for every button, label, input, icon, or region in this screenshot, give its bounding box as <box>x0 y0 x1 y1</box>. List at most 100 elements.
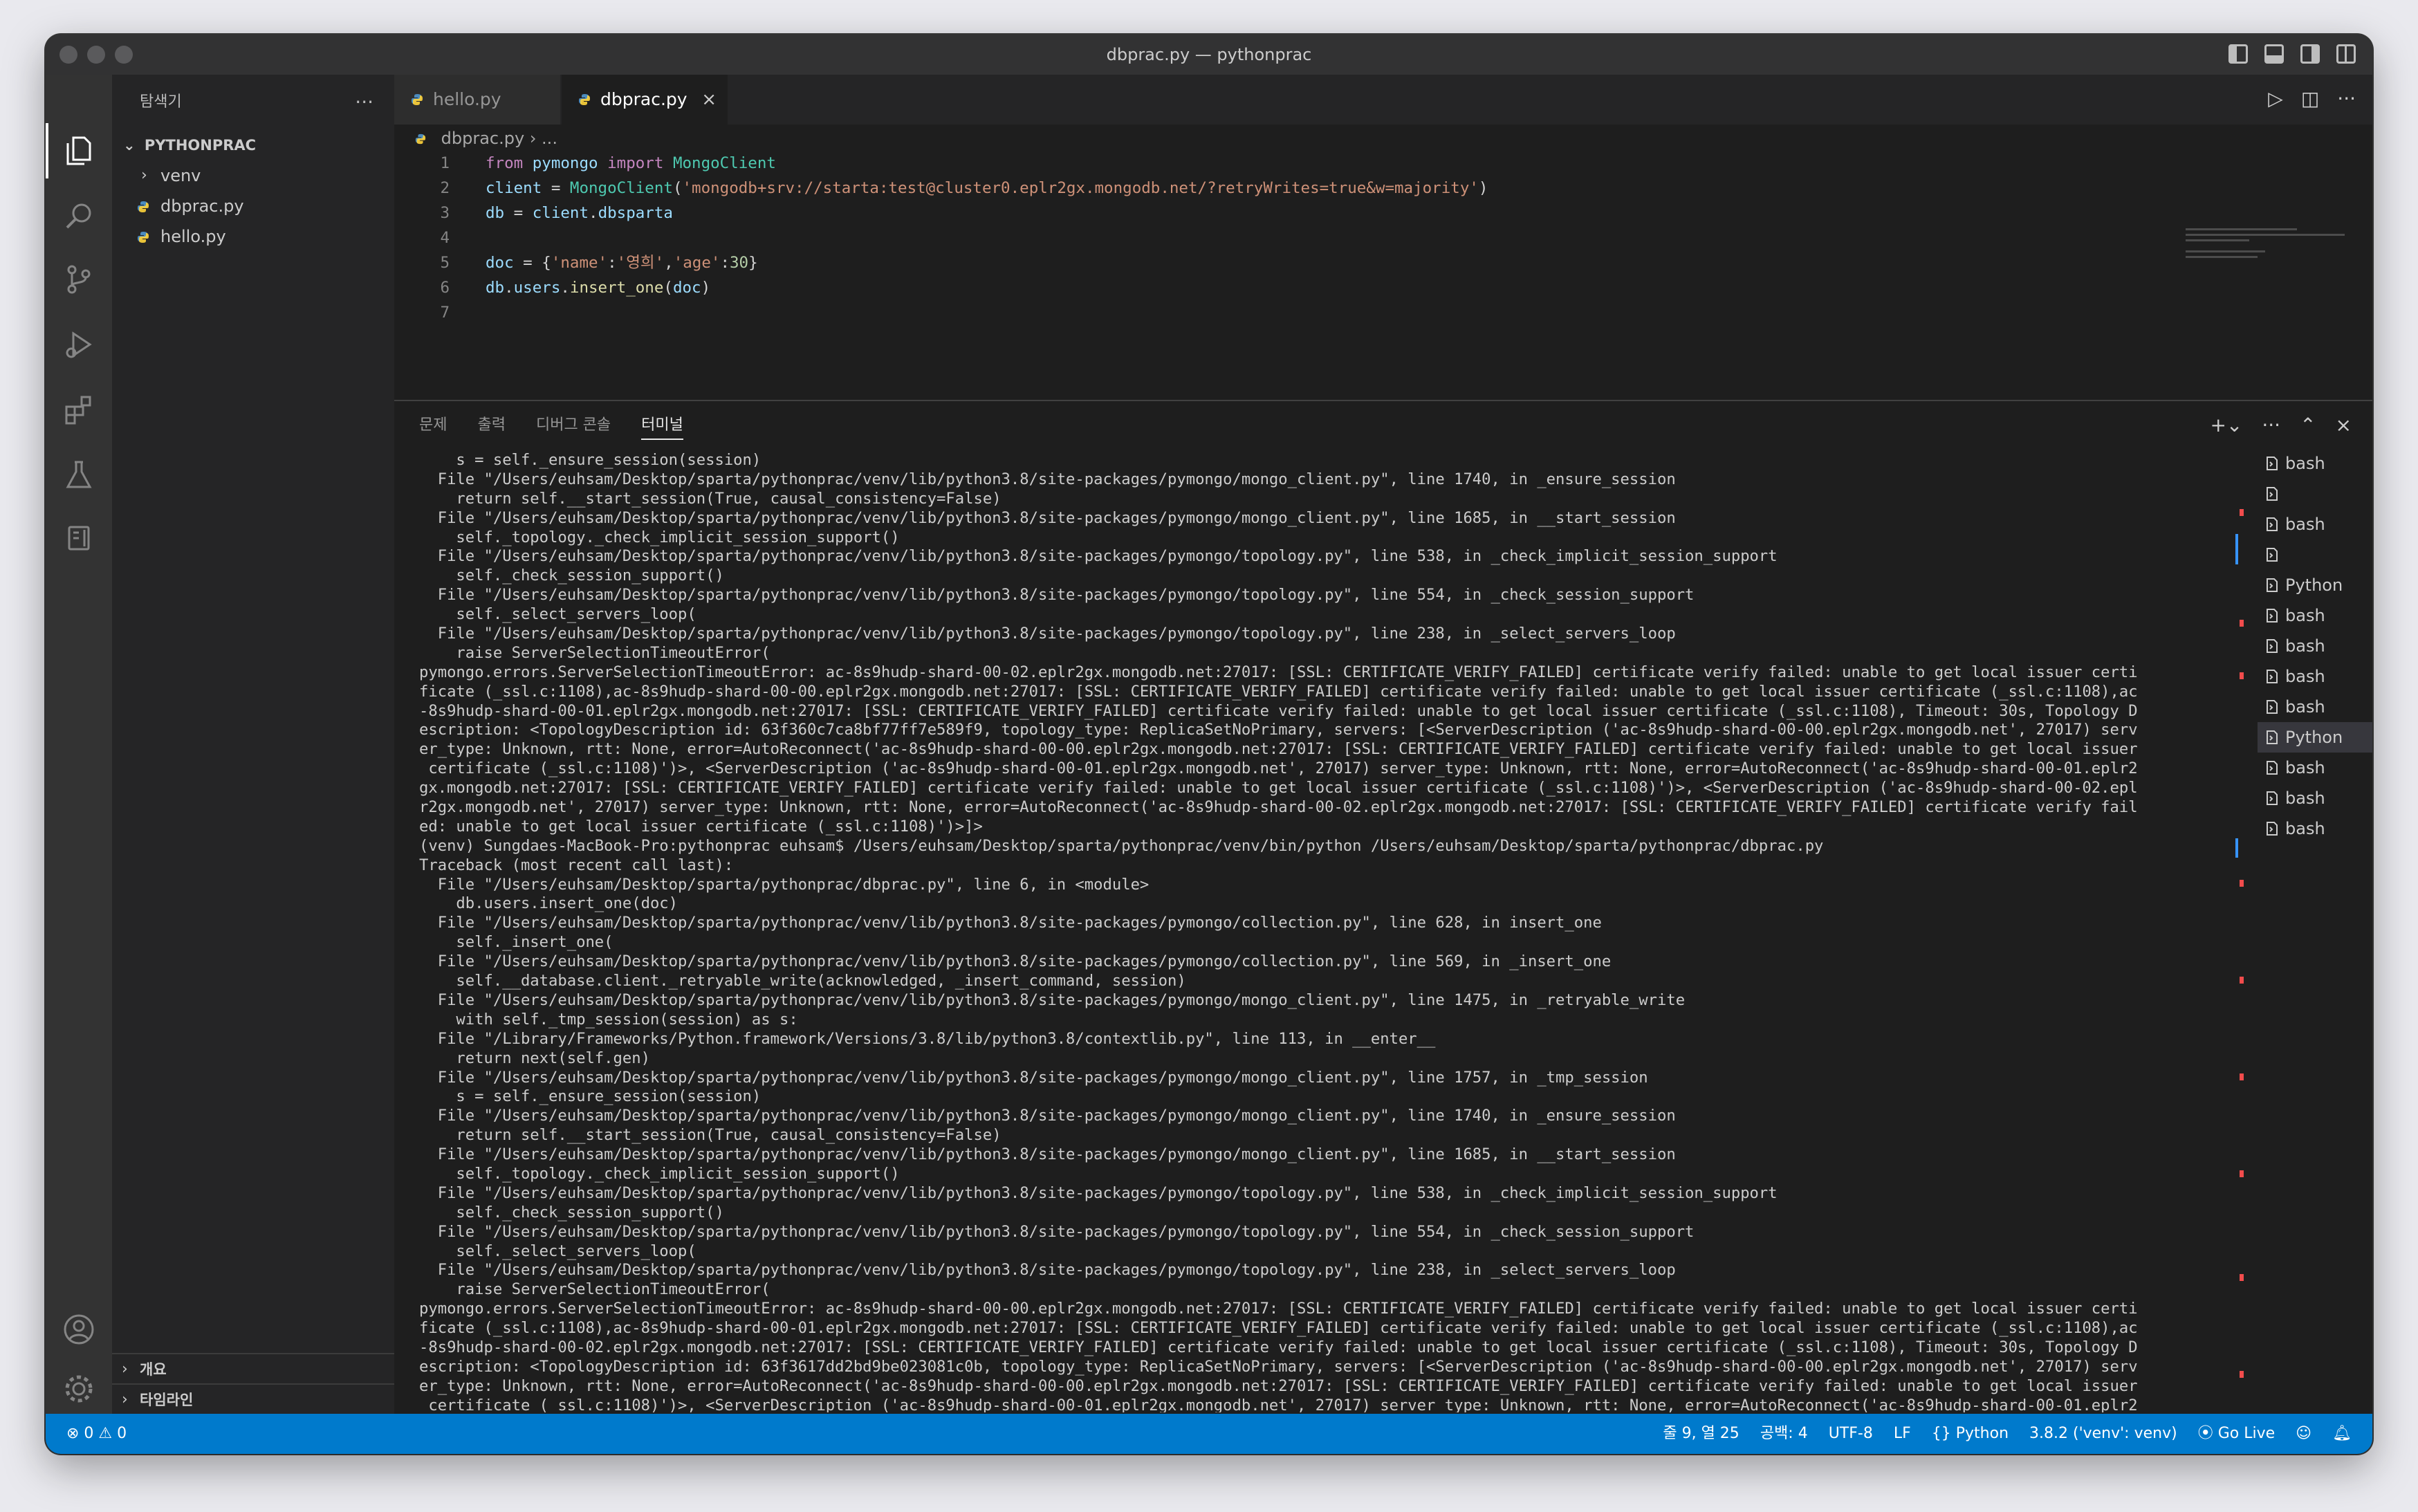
terminal-instance-item[interactable]: bash <box>2258 813 2372 844</box>
terminal-line: File "/Users/euhsam/Desktop/sparta/pytho… <box>419 914 1602 932</box>
outline-section[interactable]: › 개요 <box>112 1353 394 1385</box>
extensions-icon[interactable] <box>62 393 95 426</box>
explorer-icon[interactable] <box>62 134 95 167</box>
feedback-icon[interactable]: ☺ <box>2296 1414 2311 1454</box>
explorer-sidebar: 탐색기 ··· ⌄ PYTHONPRAC › venv dbprac.py he… <box>112 75 394 1414</box>
settings-gear-icon[interactable] <box>62 1372 95 1405</box>
terminal-line: File "/Users/euhsam/Desktop/sparta/pytho… <box>419 952 1612 971</box>
active-indicator <box>46 123 48 178</box>
tab-hello-py[interactable]: hello.py <box>394 75 562 125</box>
terminal-scrollbar[interactable] <box>2235 451 2246 1412</box>
terminal-instance-item[interactable]: Python <box>2258 722 2372 753</box>
terminal-shell-icon <box>2267 457 2278 470</box>
terminal-line: return next(self.gen) <box>419 1049 650 1067</box>
more-actions-icon[interactable]: ··· <box>2262 414 2280 436</box>
line-number: 1 <box>440 154 450 172</box>
status-bar: ⊗ 0 ⚠ 0 줄 9, 열 25 공백: 4 UTF-8 LF {} Pyth… <box>46 1414 2372 1454</box>
workspace-name: PYTHONPRAC <box>144 137 257 154</box>
terminal-instance-item[interactable]: bash <box>2258 509 2372 540</box>
code-text: from pymongo import MongoClient <box>486 154 776 172</box>
terminal-line: self._select_servers_loop( <box>419 605 696 624</box>
line-number: 2 <box>440 179 450 197</box>
close-panel-icon[interactable]: × <box>2336 414 2352 436</box>
minimap[interactable] <box>2186 228 2345 263</box>
terminal-instance-item[interactable]: bash <box>2258 631 2372 661</box>
python-file-icon <box>138 232 149 243</box>
terminal-instance-label: bash <box>2285 758 2325 777</box>
notifications-bell-icon[interactable]: 🔔︎ <box>2332 1414 2352 1454</box>
terminal-output[interactable]: s = self._ensure_session(session) File "… <box>419 451 2231 1412</box>
close-tab-icon[interactable]: × <box>701 75 717 125</box>
remote-explorer-icon[interactable] <box>62 522 95 555</box>
python-interpreter[interactable]: 3.8.2 ('venv': venv) <box>2029 1414 2177 1454</box>
tab-output[interactable]: 출력 <box>477 401 505 450</box>
terminal-line: escription: <TopologyDescription id: 63f… <box>419 721 2138 739</box>
terminal-instance-item[interactable]: bash <box>2258 692 2372 722</box>
terminal-instance-item[interactable]: Python <box>2258 570 2372 600</box>
tab-label: hello.py <box>433 89 501 109</box>
cursor-position[interactable]: 줄 9, 열 25 <box>1663 1414 1739 1454</box>
terminal-line: File "/Users/euhsam/Desktop/sparta/pytho… <box>419 1107 1676 1125</box>
terminal-instance-item[interactable] <box>2258 540 2372 570</box>
indentation[interactable]: 공백: 4 <box>1760 1414 1808 1454</box>
timeline-label: 타임라인 <box>140 1392 194 1408</box>
terminal-instance-item[interactable]: bash <box>2258 753 2372 783</box>
terminal-instance-item[interactable]: bash <box>2258 448 2372 479</box>
toggle-panel-icon[interactable] <box>2264 44 2284 64</box>
testing-icon[interactable] <box>62 458 95 491</box>
toggle-secondary-sidebar-icon[interactable] <box>2300 44 2320 64</box>
tab-dbprac-py[interactable]: dbprac.py × <box>562 75 729 125</box>
code-editor[interactable]: 1 from pymongo import MongoClient 2 client … <box>394 151 2372 400</box>
new-terminal-icon[interactable]: +⌄ <box>2210 414 2242 436</box>
terminal-instance-item[interactable] <box>2258 479 2372 509</box>
code-text: db.users.insert_one(doc) <box>486 279 711 297</box>
terminal-line: -8s9hudp-shard-00-01.eplr2gx.mongodb.net… <box>419 701 2138 720</box>
more-actions-icon[interactable]: ··· <box>355 75 373 130</box>
problems-indicator[interactable]: ⊗ 0 ⚠ 0 <box>66 1425 127 1442</box>
tab-problems[interactable]: 문제 <box>419 401 447 450</box>
file-encoding[interactable]: UTF-8 <box>1829 1414 1873 1454</box>
terminal-instance-list: bash bash Python bash bash bash bash Python bash… <box>2258 448 2372 844</box>
terminal-line: File "/Users/euhsam/Desktop/sparta/pytho… <box>419 586 1695 605</box>
tree-item-dbprac[interactable]: dbprac.py <box>112 191 394 221</box>
split-editor-icon[interactable]: ◫ <box>2301 87 2319 110</box>
terminal-instance-label: bash <box>2285 606 2325 625</box>
terminal-line: File "/Library/Frameworks/Python.framewo… <box>419 1029 1436 1048</box>
end-of-line[interactable]: LF <box>1894 1414 1911 1454</box>
terminal-instance-item[interactable]: bash <box>2258 661 2372 692</box>
terminal-line: ficate (_ssl.c:1108),ac-8s9hudp-shard-00… <box>419 1319 2138 1338</box>
run-file-icon[interactable]: ▷ <box>2268 87 2283 110</box>
title-bar: dbprac.py — pythonprac <box>46 35 2372 76</box>
maximize-panel-icon[interactable]: ⌃ <box>2300 414 2316 436</box>
terminal-line: -8s9hudp-shard-00-02.eplr2gx.mongodb.net… <box>419 1338 2138 1356</box>
go-live-button[interactable]: ⦿ Go Live <box>2198 1414 2275 1454</box>
tree-item-venv[interactable]: › venv <box>112 160 394 191</box>
run-debug-icon[interactable] <box>62 328 95 361</box>
editor-group: hello.py dbprac.py × ▷ ◫ ··· dbprac.py ›… <box>394 75 2372 1415</box>
search-icon[interactable] <box>62 199 95 232</box>
line-number: 3 <box>440 204 450 222</box>
terminal-line: raise ServerSelectionTimeoutError( <box>419 643 770 662</box>
terminal-instance-label: Python <box>2285 728 2343 747</box>
source-control-icon[interactable] <box>62 263 95 296</box>
language-mode[interactable]: {} Python <box>1932 1414 2009 1454</box>
terminal-shell-icon <box>2267 517 2278 531</box>
terminal-line: return self.__start_session(True, causal… <box>419 489 1002 508</box>
terminal-shell-icon <box>2267 761 2278 775</box>
workspace-section-header[interactable]: ⌄ PYTHONPRAC <box>112 130 394 160</box>
timeline-section[interactable]: › 타임라인 <box>112 1383 394 1415</box>
more-actions-icon[interactable]: ··· <box>2337 87 2356 110</box>
customize-layout-icon[interactable] <box>2336 44 2356 64</box>
terminal-instance-item[interactable]: bash <box>2258 600 2372 631</box>
toggle-sidebar-icon[interactable] <box>2228 44 2248 64</box>
breadcrumb-file[interactable]: dbprac.py <box>441 129 525 148</box>
terminal-instance-item[interactable]: bash <box>2258 783 2372 813</box>
tab-debug-console[interactable]: 디버그 콘솔 <box>536 401 611 450</box>
chevron-right-icon: › <box>122 1391 128 1408</box>
terminal-line: File "/Users/euhsam/Desktop/sparta/pytho… <box>419 470 1676 488</box>
breadcrumb-rest[interactable]: › ... <box>530 129 557 148</box>
tab-terminal[interactable]: 터미널 <box>641 401 683 450</box>
tree-item-hello[interactable]: hello.py <box>112 221 394 252</box>
terminal-line: File "/Users/euhsam/Desktop/sparta/pytho… <box>419 1183 1778 1202</box>
account-icon[interactable] <box>62 1313 95 1346</box>
